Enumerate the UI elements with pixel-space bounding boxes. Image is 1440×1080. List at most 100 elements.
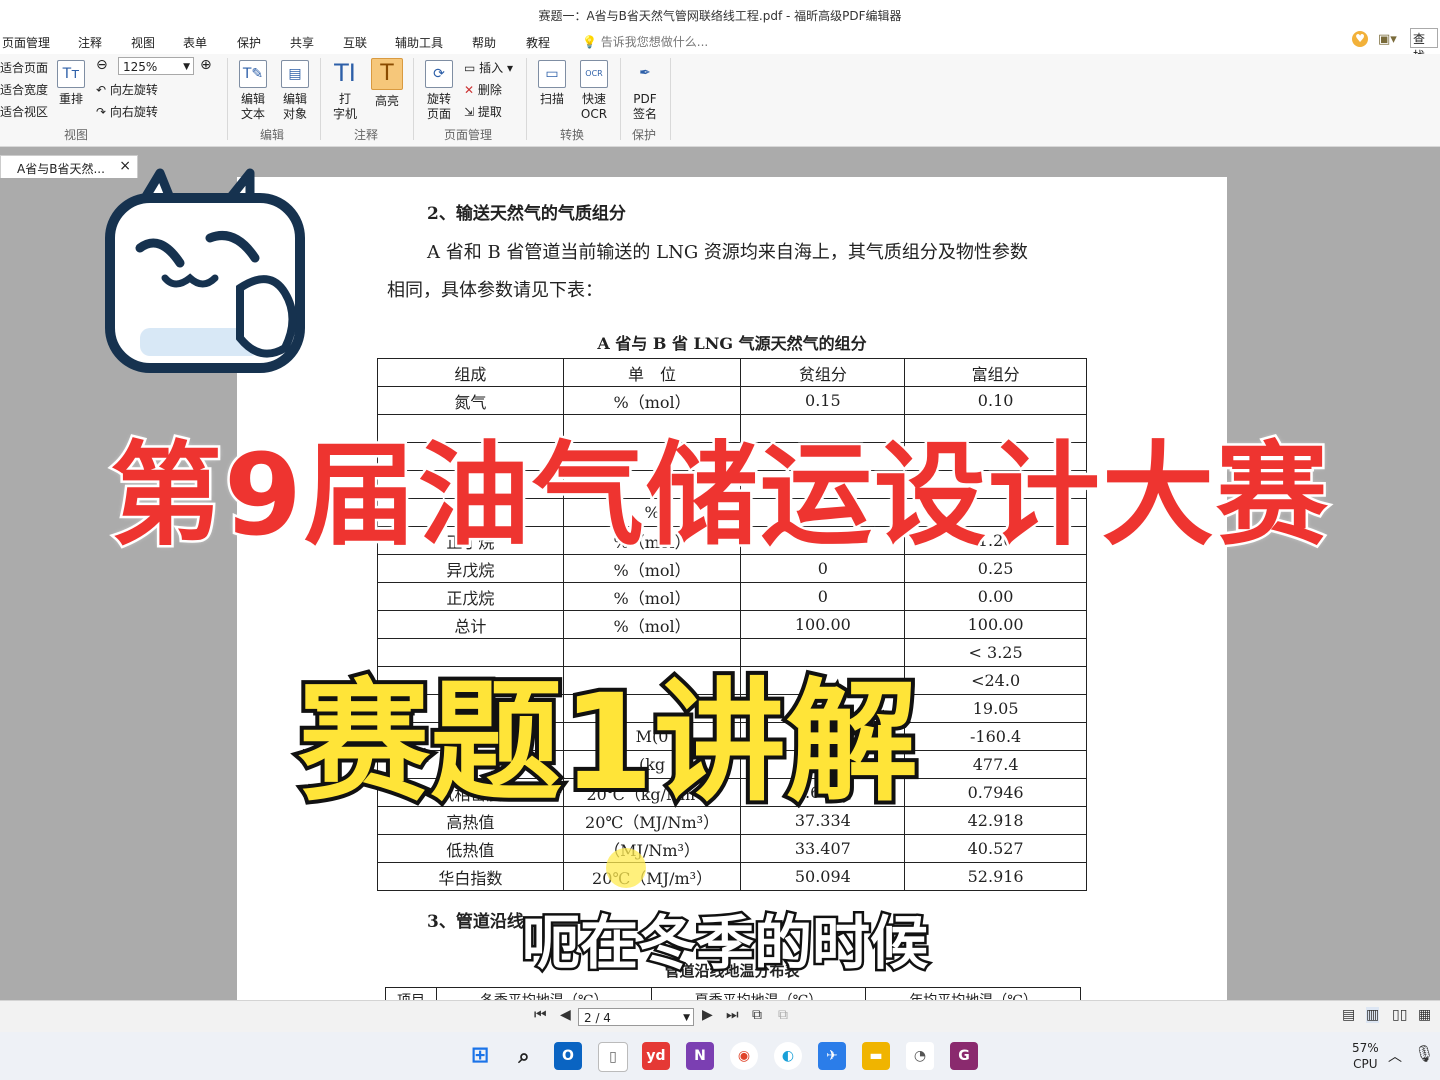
menu-share[interactable]: 共享 xyxy=(290,34,314,51)
ribbon-separator xyxy=(670,58,671,140)
first-page-icon[interactable]: ⏮ xyxy=(534,1007,547,1023)
fit-page-button[interactable]: 适合页面 xyxy=(0,59,48,76)
menu-comment[interactable]: 注释 xyxy=(78,34,102,51)
overlay-main-title: 第9届油气储运设计大赛 xyxy=(108,429,1331,564)
menu-protect[interactable]: 保护 xyxy=(237,34,261,51)
file-icon[interactable]: ▯ xyxy=(598,1042,628,1072)
table-cell: 低热值 xyxy=(377,834,564,863)
table-cell: <24.0 xyxy=(904,666,1087,695)
onenote-icon[interactable]: N xyxy=(686,1042,714,1070)
facing-view-icon[interactable]: ▯▯ xyxy=(1392,1007,1407,1023)
foxit-pdf-icon[interactable]: G xyxy=(950,1042,978,1070)
table-cell: 19.05 xyxy=(904,694,1087,723)
start-icon[interactable]: ⊞ xyxy=(466,1042,494,1070)
menu-connect[interactable]: 互联 xyxy=(343,34,367,51)
folder-icon[interactable]: ▬ xyxy=(862,1042,890,1070)
next-page-icon[interactable]: ▶ xyxy=(702,1007,713,1023)
table-cell: 华白指数 xyxy=(377,862,564,891)
paragraph-line-1: A 省和 B 省管道当前输送的 LNG 资源均来自海上，其气质组分及物性参数 xyxy=(427,242,1028,263)
group-protect-label: 保护 xyxy=(632,128,657,142)
facing-continuous-view-icon[interactable]: ▦ xyxy=(1418,1007,1431,1023)
title-bar: 赛题一：A省与B省天然气管网联络线工程.pdf - 福昕高级PDF编辑器 xyxy=(0,0,1440,28)
rotate-left-icon: ↶ xyxy=(96,83,107,97)
rotate-right-label: 向右旋转 xyxy=(109,105,158,119)
youdao-icon[interactable]: yd xyxy=(642,1042,670,1070)
fit-visible-button[interactable]: 适合视区 xyxy=(0,103,48,120)
delete-button[interactable]: ✕ 删除 xyxy=(464,81,502,98)
menu-tutorial[interactable]: 教程 xyxy=(526,34,550,51)
chrome-icon[interactable]: ◉ xyxy=(730,1042,758,1070)
folder-search-icon[interactable]: ▣▾ xyxy=(1378,32,1397,47)
chevron-up-icon[interactable]: ︿ xyxy=(1388,1046,1402,1066)
scanner-icon: ▭ xyxy=(538,60,566,88)
page-number-input[interactable]: 2 / 4 ▼ xyxy=(578,1008,694,1026)
zoom-in-icon[interactable]: ⊕ xyxy=(200,57,212,73)
zoom-value: 125% xyxy=(123,60,158,74)
quick-ocr-button[interactable]: OCR 快速 OCR xyxy=(576,60,612,122)
single-page-view-icon[interactable]: ▤ xyxy=(1342,1007,1355,1023)
paint-icon[interactable]: ◔ xyxy=(906,1042,934,1070)
last-page-icon[interactable]: ⏭ xyxy=(726,1007,739,1023)
insert-button[interactable]: ▭ 插入 ▾ xyxy=(464,59,513,76)
continuous-view-icon[interactable]: ▥ xyxy=(1366,1007,1380,1023)
highlight-button[interactable]: T 高亮 xyxy=(370,58,404,109)
table-cell: 42.918 xyxy=(904,806,1087,835)
extract-button[interactable]: ⇲ 提取 xyxy=(464,103,502,120)
search-icon[interactable]: ⌕ xyxy=(510,1042,538,1070)
group-convert-label: 转换 xyxy=(560,128,585,142)
edit-text-icon: T✎ xyxy=(239,60,267,88)
table-cell: 40.527 xyxy=(904,834,1087,863)
find-box[interactable]: 查找 xyxy=(1410,28,1438,63)
scan-button[interactable]: ▭ 扫描 xyxy=(536,60,568,107)
edge-icon[interactable]: ◐ xyxy=(774,1042,802,1070)
typewriter-icon: TI xyxy=(334,59,356,87)
edit-object-button[interactable]: ▤ 编辑 对象 xyxy=(276,60,314,122)
zoom-out-icon[interactable]: ⊖ xyxy=(96,57,108,73)
pdf-sign-label: PDF 签名 xyxy=(632,92,657,121)
feishu-icon[interactable]: ✈ xyxy=(818,1042,846,1070)
menu-form[interactable]: 表单 xyxy=(183,34,207,51)
outlook-icon[interactable]: O xyxy=(554,1042,582,1070)
edit-text-button[interactable]: T✎ 编辑 文本 xyxy=(236,60,270,122)
document-tab-label: A省与B省天然... xyxy=(17,162,105,176)
tell-me-search[interactable]: 💡 告诉我您想做什么... xyxy=(582,33,708,50)
next-view-icon[interactable]: ⧉ xyxy=(778,1007,788,1023)
reflow-button[interactable]: Tт 重排 xyxy=(56,60,86,107)
typewriter-button[interactable]: TI 打 字机 xyxy=(330,60,360,122)
menu-tools[interactable]: 辅助工具 xyxy=(395,34,443,51)
table-cell: %（mol） xyxy=(562,582,742,611)
rotate-page-button[interactable]: ⟳ 旋转 页面 xyxy=(420,60,458,122)
highlight-icon: T xyxy=(371,58,403,90)
table-row: 项目 冬季平均地温（℃） 夏季平均地温（℃） 年均平均地温（℃） xyxy=(385,987,1081,1000)
heart-icon[interactable]: ♥ xyxy=(1352,31,1368,47)
rotate-right-icon: ↷ xyxy=(96,105,107,119)
rotate-left-label: 向左旋转 xyxy=(109,83,158,97)
zoom-select[interactable]: 125% ▼ xyxy=(118,57,194,75)
table-header-cell: 贫组分 xyxy=(740,358,906,387)
table-cell: （MJ/Nm³） xyxy=(562,834,742,863)
ribbon-separator xyxy=(620,58,621,140)
edit-text-label: 编辑 文本 xyxy=(240,92,265,121)
lightbulb-icon: 💡 xyxy=(582,35,597,49)
prev-view-icon[interactable]: ⧉ xyxy=(752,1007,762,1023)
delete-icon: ✕ xyxy=(464,83,475,97)
table-cell: 0.7946 xyxy=(904,778,1087,807)
table-cell: -160.4 xyxy=(904,722,1087,751)
table-cell: 0 xyxy=(740,582,906,611)
pdf-sign-button[interactable]: ✒ PDF 签名 xyxy=(628,60,662,122)
ribbon-separator xyxy=(227,58,228,140)
prev-page-icon[interactable]: ◀ xyxy=(560,1007,571,1023)
table-cell: 33.407 xyxy=(740,834,906,863)
menu-view[interactable]: 视图 xyxy=(131,34,155,51)
ocr-icon: OCR xyxy=(580,60,608,88)
reflow-icon: Tт xyxy=(57,60,85,88)
rotate-right-button[interactable]: ↷ 向右旋转 xyxy=(96,103,158,120)
table-header-cell: 单 位 xyxy=(562,358,742,387)
menu-help[interactable]: 帮助 xyxy=(472,34,496,51)
microphone-icon[interactable]: 🎙 xyxy=(1414,1044,1434,1063)
fit-width-button[interactable]: 适合宽度 xyxy=(0,81,48,98)
hand-cursor-icon xyxy=(606,848,646,888)
rotate-left-button[interactable]: ↶ 向左旋转 xyxy=(96,81,158,98)
table-header-cell: 夏季平均地温（℃） xyxy=(650,987,867,1000)
menu-page-manage[interactable]: 页面管理 xyxy=(2,34,50,51)
